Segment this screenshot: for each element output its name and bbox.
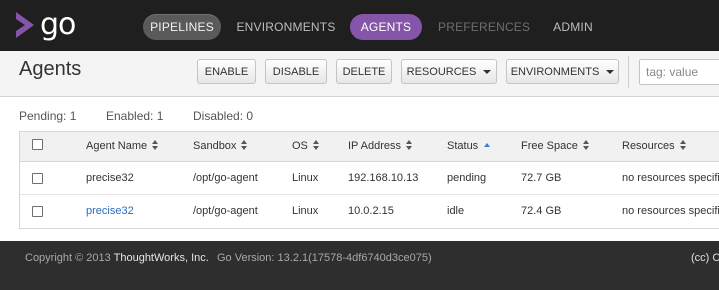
agent-filter-input[interactable] [639,59,719,85]
agent-resources: no resources specified [622,205,719,217]
table-header-row: Agent Name Sandbox OS IP Address Status … [20,132,719,162]
nav-pipelines[interactable]: PIPELINES [143,14,221,40]
sort-icon [312,140,320,150]
nav-admin[interactable]: ADMIN [548,14,598,40]
agent-sandbox: /opt/go-agent [193,205,258,217]
company-name: ThoughtWorks, Inc. [113,252,209,264]
agent-name-link[interactable]: precise32 [86,205,134,217]
resources-button-label: RESOURCES [406,66,477,78]
resources-dropdown-button[interactable]: RESOURCES [401,59,497,84]
agent-ip-address: 192.168.10.13 [348,172,419,184]
agents-table: Agent Name Sandbox OS IP Address Status … [19,131,719,229]
nav-environments[interactable]: ENVIRONMENTS [236,14,336,40]
agent-free-space: 72.4 GB [521,205,562,217]
column-header-label: Agent Name [86,140,148,152]
column-header-label: Status [447,140,479,152]
agent-status: pending [447,172,487,184]
chevron-down-icon [606,70,615,75]
logo-text: go [40,7,76,42]
column-header-status[interactable]: Status [447,140,491,152]
select-all-checkbox[interactable] [32,139,43,150]
environments-dropdown-button[interactable]: ENVIRONMENTS [506,59,619,84]
agent-os: Linux [292,205,319,217]
footer-copyright: Copyright © 2013 ThoughtWorks, Inc. [25,252,209,264]
nav-agents[interactable]: AGENTS [350,14,422,40]
nav-preferences: PREFERENCES [438,20,531,34]
sort-ascending-icon [484,143,491,147]
row-checkbox[interactable] [32,206,43,217]
disable-button[interactable]: DISABLE [265,59,327,84]
sort-icon [582,140,590,150]
copyright-prefix: Copyright © 2013 [25,252,114,264]
enable-button[interactable]: ENABLE [197,59,256,84]
page-title: Agents [19,58,82,80]
column-header-label: Resources [622,140,675,152]
column-header-agent-name[interactable]: Agent Name [86,140,159,152]
agent-ip-address: 10.0.2.15 [348,205,394,217]
chevron-down-icon [483,70,492,75]
go-logo-icon [16,12,34,38]
table-row: precise32 /opt/go-agent Linux 192.168.10… [20,162,719,195]
agent-name: precise32 [86,172,134,184]
agent-sandbox: /opt/go-agent [193,172,258,184]
footer-version: Go Version: 13.2.1(17578-4df6740d3ce075) [217,252,432,264]
agent-free-space: 72.7 GB [521,172,562,184]
footer-license[interactable]: (cc) C [691,252,719,264]
agent-resources: no resources specified [622,172,719,184]
column-header-label: Sandbox [193,140,237,152]
sort-icon [406,140,413,150]
pending-count: Pending: 1 [19,109,77,123]
column-header-ip-address[interactable]: IP Address [348,140,413,152]
toolbar-divider [628,56,629,88]
sort-icon [152,140,159,150]
enabled-count: Enabled: 1 [106,109,164,123]
column-header-label: IP Address [348,140,401,152]
column-header-label: OS [292,140,308,152]
agent-os: Linux [292,172,319,184]
page-footer [0,241,719,290]
go-logo[interactable]: go [14,7,76,42]
column-header-label: Free Space [521,140,578,152]
column-header-sandbox[interactable]: Sandbox [193,140,248,152]
column-header-free-space[interactable]: Free Space [521,140,590,152]
agent-status: idle [447,205,465,217]
environments-button-label: ENVIRONMENTS [510,66,600,78]
sort-icon [679,140,687,150]
column-header-os[interactable]: OS [292,140,320,152]
table-row: precise32 /opt/go-agent Linux 10.0.2.15 … [20,195,719,227]
disabled-count: Disabled: 0 [193,109,254,123]
sort-icon [241,140,248,150]
delete-button[interactable]: DELETE [336,59,392,84]
column-header-resources[interactable]: Resources [622,140,687,152]
row-checkbox[interactable] [32,173,43,184]
